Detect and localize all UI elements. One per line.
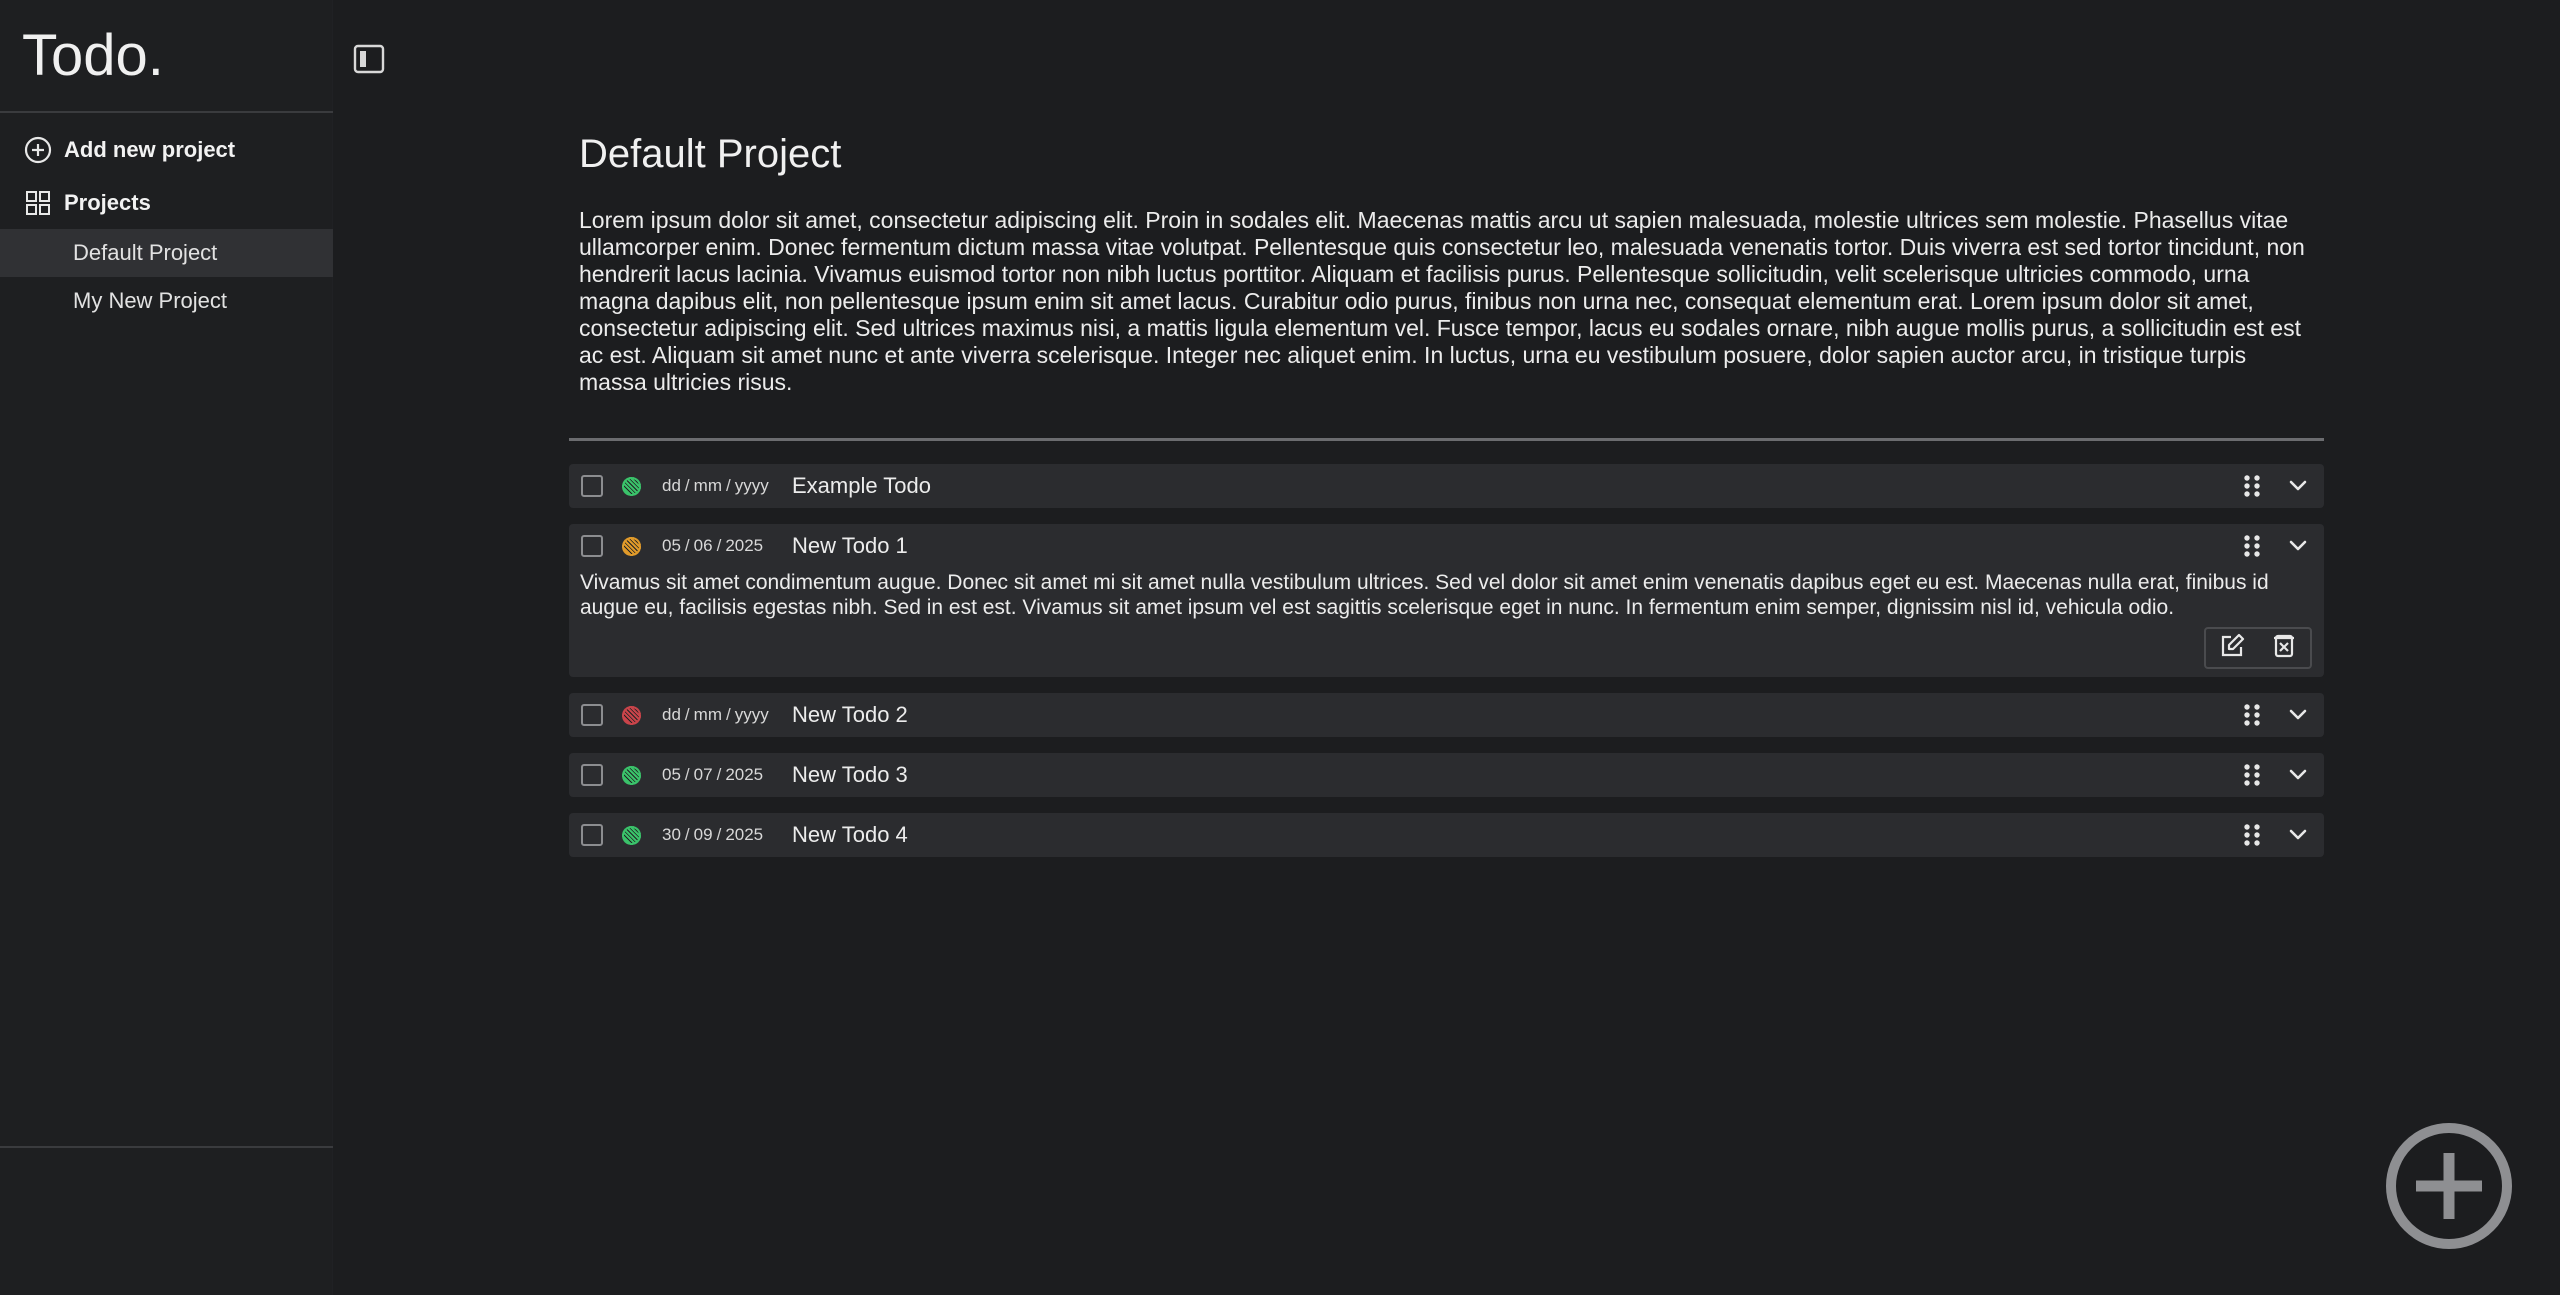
todo-date-input[interactable]: 30/09/2025 bbox=[662, 813, 763, 857]
date-month: 06 bbox=[693, 536, 713, 555]
date-day: dd bbox=[662, 476, 681, 495]
sidebar: Todo. Add new project Projects Default P… bbox=[0, 0, 333, 1295]
date-year: 2025 bbox=[725, 765, 764, 784]
todo-header: 05/07/2025 New Todo 3 bbox=[569, 753, 2324, 797]
todo-title: New Todo 1 bbox=[792, 533, 908, 558]
todo-header: 05/06/2025 New Todo 1 bbox=[569, 524, 2324, 568]
priority-indicator[interactable] bbox=[622, 706, 641, 725]
drag-handle-icon[interactable] bbox=[2240, 703, 2264, 727]
date-year: yyyy bbox=[734, 705, 769, 724]
date-separator: / bbox=[684, 705, 690, 724]
date-year: 2025 bbox=[725, 536, 764, 555]
date-month: mm bbox=[693, 705, 722, 724]
date-separator: / bbox=[725, 476, 731, 495]
drag-handle-icon[interactable] bbox=[2240, 823, 2264, 847]
drag-handle-icon[interactable] bbox=[2240, 763, 2264, 787]
add-new-project-label: Add new project bbox=[64, 137, 236, 162]
date-separator: / bbox=[684, 825, 690, 844]
priority-indicator[interactable] bbox=[622, 826, 641, 845]
add-todo-button[interactable] bbox=[2384, 1121, 2514, 1251]
todo-title: Example Todo bbox=[792, 473, 932, 498]
todo-item: 05/06/2025 New Todo 1 Vivamus sit amet c… bbox=[569, 524, 2324, 677]
toggle-sidebar-button[interactable] bbox=[352, 44, 386, 78]
date-month: mm bbox=[693, 476, 722, 495]
todo-checkbox[interactable] bbox=[581, 535, 603, 557]
chevron-down-icon[interactable] bbox=[2286, 474, 2310, 498]
date-separator: / bbox=[684, 536, 690, 555]
content-divider bbox=[569, 438, 2324, 441]
todo-title: New Todo 3 bbox=[792, 762, 908, 787]
delete-button[interactable] bbox=[2268, 632, 2300, 664]
sidebar-project-my-new-project[interactable]: My New Project bbox=[0, 277, 333, 325]
date-day: 05 bbox=[662, 765, 681, 784]
todo-checkbox[interactable] bbox=[581, 475, 603, 497]
todo-title: New Todo 2 bbox=[792, 702, 908, 727]
date-day: 05 bbox=[662, 536, 681, 555]
sidebar-divider bbox=[0, 1146, 333, 1148]
date-month: 07 bbox=[693, 765, 713, 784]
priority-indicator[interactable] bbox=[622, 766, 641, 785]
grid-icon bbox=[24, 189, 52, 217]
todo-date-input[interactable]: 05/06/2025 bbox=[662, 524, 763, 568]
date-year: 2025 bbox=[725, 825, 764, 844]
todo-item: dd / mm / yyyy Example Todo bbox=[569, 464, 2324, 508]
date-separator: / bbox=[684, 765, 690, 784]
date-day: 30 bbox=[662, 825, 681, 844]
sidebar-project-label: Default Project bbox=[73, 240, 218, 265]
chevron-down-icon[interactable] bbox=[2286, 534, 2310, 558]
sidebar-divider bbox=[0, 111, 333, 113]
chevron-down-icon[interactable] bbox=[2286, 763, 2310, 787]
edit-button[interactable] bbox=[2216, 632, 2248, 664]
edit-icon bbox=[2218, 632, 2246, 665]
todo-item: 05/07/2025 New Todo 3 bbox=[569, 753, 2324, 797]
todo-actions bbox=[2204, 627, 2312, 669]
plus-circle-icon bbox=[2384, 1123, 2514, 1255]
projects-label: Projects bbox=[64, 190, 151, 215]
date-separator: / bbox=[684, 476, 690, 495]
delete-icon bbox=[2271, 633, 2297, 664]
chevron-down-icon[interactable] bbox=[2286, 823, 2310, 847]
todo-item: dd / mm / yyyy New Todo 2 bbox=[569, 693, 2324, 737]
date-separator: / bbox=[716, 765, 722, 784]
plus-circle-icon bbox=[24, 136, 52, 164]
date-month: 09 bbox=[693, 825, 713, 844]
todo-header: dd / mm / yyyy New Todo 2 bbox=[569, 693, 2324, 737]
date-year: yyyy bbox=[734, 476, 769, 495]
drag-handle-icon[interactable] bbox=[2240, 534, 2264, 558]
chevron-down-icon[interactable] bbox=[2286, 703, 2310, 727]
app-title: Todo. bbox=[22, 23, 164, 88]
todo-title: New Todo 4 bbox=[792, 822, 908, 847]
todo-description: Vivamus sit amet condimentum augue. Done… bbox=[580, 571, 2269, 619]
date-separator: / bbox=[725, 705, 731, 724]
drag-handle-icon[interactable] bbox=[2240, 474, 2264, 498]
todo-date-input[interactable]: 05/07/2025 bbox=[662, 753, 763, 797]
todo-checkbox[interactable] bbox=[581, 824, 603, 846]
todo-item: 30/09/2025 New Todo 4 bbox=[569, 813, 2324, 857]
date-day: dd bbox=[662, 705, 681, 724]
todo-checkbox[interactable] bbox=[581, 704, 603, 726]
date-separator: / bbox=[716, 825, 722, 844]
todo-date-input[interactable]: dd / mm / yyyy bbox=[662, 464, 769, 508]
sidebar-project-label: My New Project bbox=[73, 288, 228, 313]
todo-header: 30/09/2025 New Todo 4 bbox=[569, 813, 2324, 857]
todo-date-input[interactable]: dd / mm / yyyy bbox=[662, 693, 769, 737]
priority-indicator[interactable] bbox=[622, 477, 641, 496]
project-title: Default Project bbox=[579, 132, 842, 176]
sidebar-toggle-icon bbox=[353, 43, 385, 80]
project-description: Lorem ipsum dolor sit amet, consectetur … bbox=[579, 207, 2305, 395]
todo-checkbox[interactable] bbox=[581, 764, 603, 786]
date-separator: / bbox=[716, 536, 722, 555]
todo-header: dd / mm / yyyy Example Todo bbox=[569, 464, 2324, 508]
sidebar-project-default-project[interactable]: Default Project bbox=[0, 229, 333, 277]
priority-indicator[interactable] bbox=[622, 537, 641, 556]
add-new-project-button[interactable]: Add new project bbox=[0, 135, 333, 165]
projects-header[interactable]: Projects bbox=[0, 188, 333, 218]
